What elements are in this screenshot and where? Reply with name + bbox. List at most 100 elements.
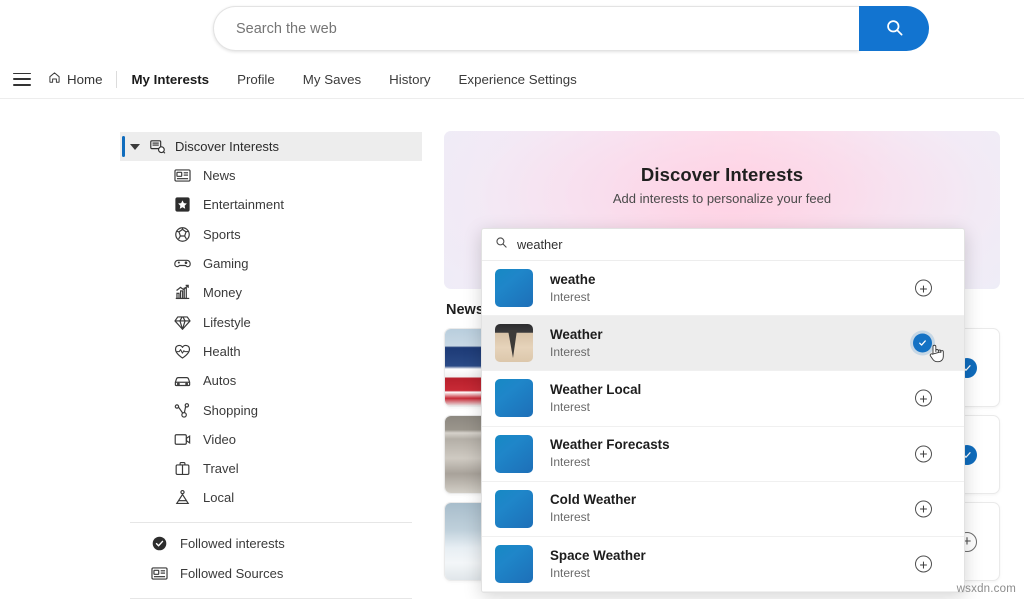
page-title: Discover Interests — [640, 164, 804, 185]
sidebar-discover-label: Discover Interests — [175, 139, 280, 154]
followed-check-button[interactable] — [913, 333, 932, 353]
interest-title: Cold Weather — [550, 492, 637, 508]
interest-subtitle: Interest — [550, 344, 591, 359]
interest-title: weathe — [550, 271, 596, 287]
plus-circle-icon: + — [919, 445, 928, 462]
sidebar-label-health: Health — [203, 343, 241, 359]
sidebar-item-travel[interactable]: Travel — [120, 454, 422, 483]
interest-subtitle: Interest — [550, 289, 591, 304]
sidebar-label-followed-interests: Followed interests — [180, 536, 285, 552]
list-item[interactable]: Space Weather Interest + — [482, 537, 964, 592]
plus-circle-icon: + — [919, 556, 928, 573]
interest-title: Space Weather — [550, 547, 646, 563]
sidebar-item-followed-interests[interactable]: Followed interests — [120, 529, 422, 559]
interest-subtitle: Interest — [550, 565, 591, 580]
interest-title: Weather Local — [550, 382, 642, 398]
sidebar-item-money[interactable]: Money — [120, 278, 422, 307]
sidebar-label-gaming: Gaming — [203, 256, 249, 272]
search-submit-button[interactable] — [859, 6, 929, 51]
check-filled-icon — [150, 534, 169, 553]
sidebar-label-followed-sources: Followed Sources — [180, 566, 284, 582]
news-icon — [173, 166, 192, 185]
sidebar-label-news: News — [203, 168, 236, 184]
sidebar-item-sports[interactable]: Sports — [120, 220, 422, 249]
hamburger-icon[interactable] — [13, 72, 31, 86]
check-circle-icon — [917, 336, 928, 350]
plus-circle-icon: + — [919, 500, 928, 517]
home-icon — [48, 71, 61, 87]
car-icon — [173, 371, 192, 390]
interest-thumbnail — [495, 434, 533, 473]
sidebar-item-followed-sources[interactable]: Followed Sources — [120, 559, 422, 589]
sidebar-item-health[interactable]: Health — [120, 337, 422, 366]
list-item[interactable]: Weather Local Interest + — [482, 371, 964, 427]
search-icon — [885, 18, 904, 40]
sidebar-item-lifestyle[interactable]: Lifestyle — [120, 307, 422, 336]
web-search-bar — [213, 6, 929, 51]
sidebar-item-news[interactable]: News — [120, 161, 422, 190]
sidebar-divider-2 — [130, 597, 412, 599]
sidebar-label-money: Money — [203, 285, 243, 301]
sidebar-label-autos: Autos — [203, 373, 237, 389]
nav-item-home[interactable]: Home — [48, 71, 102, 87]
nav-item-my-interests[interactable]: My Interests — [131, 72, 209, 87]
nav-item-experience-settings[interactable]: Experience Settings — [459, 72, 577, 87]
list-item[interactable]: Cold Weather Interest + — [482, 482, 964, 537]
nav-item-history[interactable]: History — [389, 72, 430, 87]
sidebar-label-local: Local — [203, 490, 235, 506]
add-interest-button[interactable]: + — [915, 555, 932, 573]
search-input-container[interactable] — [213, 6, 859, 51]
sidebar-item-local[interactable]: Local — [120, 483, 422, 512]
search-input[interactable] — [236, 20, 837, 37]
share-icon — [173, 401, 192, 420]
news-icon — [150, 564, 169, 583]
list-item[interactable]: Weather Forecasts Interest + — [482, 427, 964, 482]
discover-icon — [149, 138, 166, 155]
plus-circle-icon: + — [919, 280, 928, 297]
gamepad-icon — [173, 254, 192, 273]
section-title-news: News — [446, 302, 484, 318]
interest-subtitle: Interest — [550, 510, 591, 525]
sidebar-item-discover-interests[interactable]: Discover Interests — [120, 132, 422, 161]
list-item[interactable]: weathe Interest + — [482, 261, 964, 317]
search-icon — [495, 236, 517, 254]
sidebar-item-video[interactable]: Video — [120, 425, 422, 454]
sidebar-item-entertainment[interactable]: Entertainment — [120, 190, 422, 219]
sidebar-item-shopping[interactable]: Shopping — [120, 395, 422, 424]
suitcase-icon — [173, 459, 192, 478]
nav-home-label: Home — [67, 71, 103, 87]
interest-search-input[interactable] — [517, 237, 951, 252]
chart-icon — [173, 283, 192, 302]
add-interest-button[interactable]: + — [915, 500, 932, 518]
interest-title: Weather — [550, 326, 603, 342]
interest-thumbnail — [495, 324, 533, 363]
add-interest-button[interactable]: + — [915, 279, 932, 297]
sidebar-label-sports: Sports — [203, 226, 241, 242]
heart-pulse-icon — [173, 342, 192, 361]
ball-icon — [173, 225, 192, 244]
interest-search-field[interactable] — [482, 229, 964, 261]
nav-item-profile[interactable]: Profile — [237, 72, 275, 87]
video-icon — [173, 430, 192, 449]
add-interest-button[interactable]: + — [915, 445, 932, 463]
interest-subtitle: Interest — [550, 455, 591, 470]
sidebar-label-video: Video — [203, 431, 237, 447]
interest-search-dropdown: weathe Interest + Weather Interest — [481, 228, 965, 593]
nav-item-my-saves[interactable]: My Saves — [303, 72, 361, 87]
add-interest-button[interactable]: + — [915, 389, 932, 407]
diamond-icon — [173, 313, 192, 332]
sidebar-label-entertainment: Entertainment — [203, 197, 284, 213]
nav-divider — [116, 70, 118, 88]
chevron-down-icon[interactable] — [130, 143, 140, 150]
star-icon — [173, 195, 192, 214]
watermark: wsxdn.com — [956, 583, 1016, 595]
list-item[interactable]: Weather Interest — [482, 316, 964, 372]
sidebar: Discover Interests News Entertainment Sp… — [120, 132, 422, 599]
location-person-icon — [173, 488, 192, 507]
sidebar-item-autos[interactable]: Autos — [120, 366, 422, 395]
interest-thumbnail — [495, 379, 533, 418]
sidebar-item-gaming[interactable]: Gaming — [120, 249, 422, 278]
sidebar-label-shopping: Shopping — [203, 402, 258, 418]
interest-title: Weather Forecasts — [550, 437, 670, 453]
sidebar-label-travel: Travel — [203, 461, 239, 477]
